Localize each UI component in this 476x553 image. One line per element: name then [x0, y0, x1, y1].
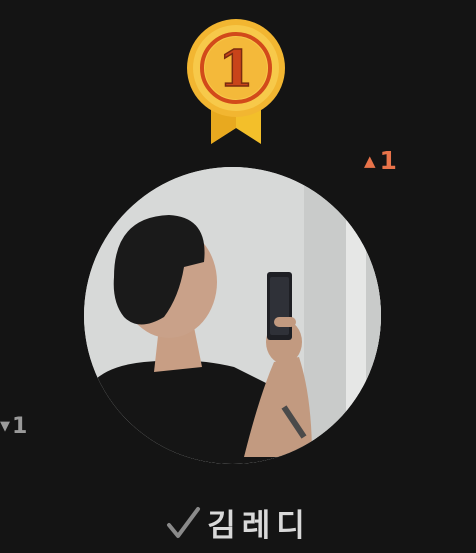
- rank-change-down-badge: ▼ 1: [0, 414, 27, 439]
- check-icon: [167, 506, 201, 538]
- gold-medal-icon: 1: [181, 18, 291, 148]
- rank-change-up-badge: ▲ 1: [364, 146, 397, 175]
- down-arrow-icon: ▼: [0, 419, 10, 434]
- username: 김레디: [207, 508, 311, 544]
- avatar-photo: [84, 167, 381, 464]
- up-arrow-icon: ▲: [364, 151, 376, 170]
- rank-change-up-value: 1: [379, 146, 397, 175]
- profile-avatar[interactable]: [84, 167, 381, 464]
- profile-name-row[interactable]: 김레디: [0, 500, 476, 545]
- rank-change-down-value: 1: [12, 414, 28, 439]
- medal-rank-label: 1: [219, 39, 254, 98]
